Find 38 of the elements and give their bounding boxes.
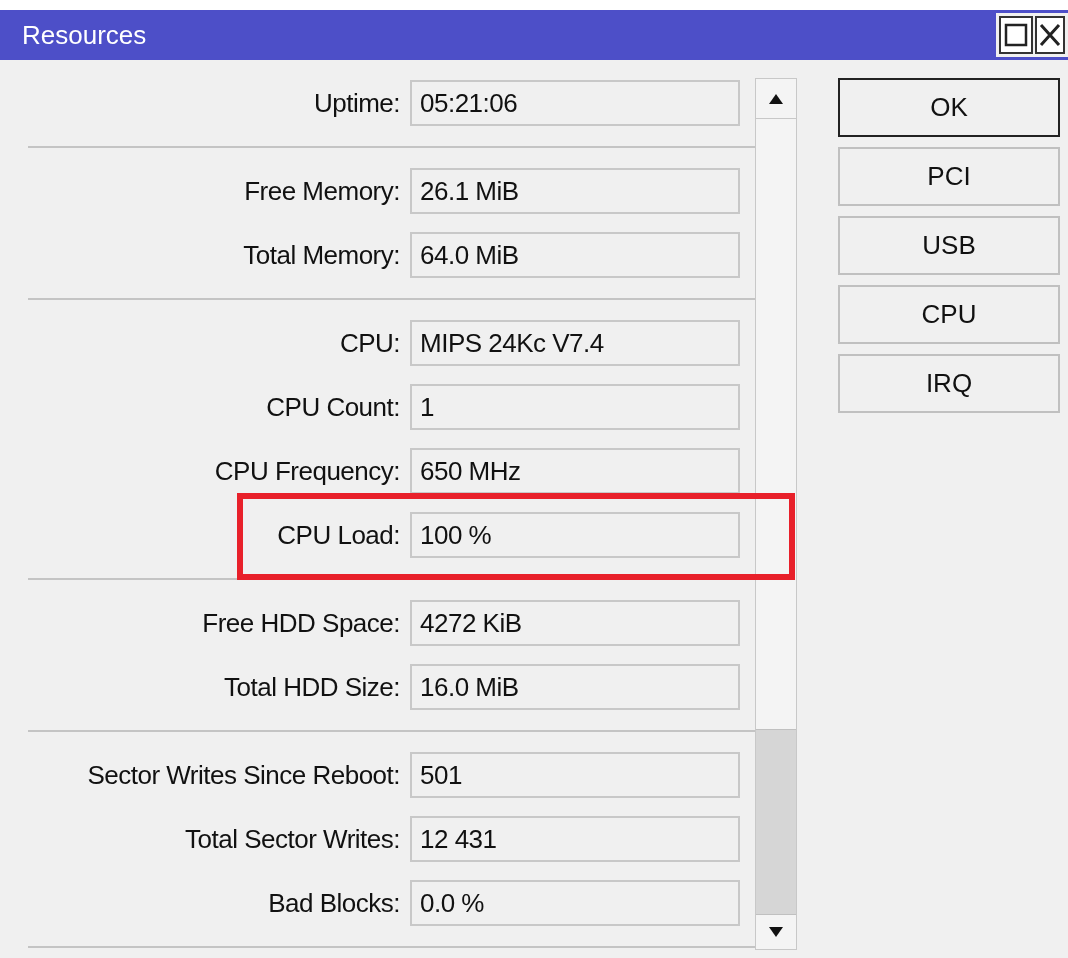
value-field: 100 % bbox=[410, 512, 740, 558]
field-label: Free HDD Space: bbox=[202, 606, 400, 640]
up-arrow-icon bbox=[768, 92, 784, 105]
value-field: 12 431 bbox=[410, 816, 740, 862]
value-field: 501 bbox=[410, 752, 740, 798]
window-title: Resources bbox=[22, 18, 147, 52]
field-label: CPU Load: bbox=[277, 518, 400, 552]
dialog-button[interactable]: IRQ bbox=[838, 354, 1060, 413]
value-field: 4272 KiB bbox=[410, 600, 740, 646]
value-field: 16.0 MiB bbox=[410, 664, 740, 710]
down-arrow-icon bbox=[768, 926, 784, 938]
value-field: 0.0 % bbox=[410, 880, 740, 926]
maximize-button[interactable] bbox=[999, 16, 1033, 54]
field-label: CPU: bbox=[339, 326, 400, 360]
scroll-thumb[interactable] bbox=[756, 729, 796, 915]
dialog-button[interactable]: CPU bbox=[838, 285, 1060, 344]
field-label: CPU Frequency: bbox=[214, 454, 400, 488]
value-field: 64.0 MiB bbox=[410, 232, 740, 278]
dialog-button[interactable]: OK bbox=[838, 78, 1060, 137]
field-label: Total HDD Size: bbox=[224, 670, 400, 704]
field-label: Sector Writes Since Reboot: bbox=[87, 758, 400, 792]
field-label: Uptime: bbox=[313, 86, 400, 120]
value-field: 05:21:06 bbox=[410, 80, 740, 126]
close-button[interactable] bbox=[1035, 16, 1065, 54]
field-label: CPU Count: bbox=[266, 390, 400, 424]
value-field: 650 MHz bbox=[410, 448, 740, 494]
square-icon bbox=[1004, 23, 1028, 47]
field-label: Total Memory: bbox=[243, 238, 400, 272]
scrollbar[interactable] bbox=[755, 78, 797, 950]
field-label: Total Sector Writes: bbox=[185, 822, 400, 856]
value-field: MIPS 24Kc V7.4 bbox=[410, 320, 740, 366]
dialog-button[interactable]: PCI bbox=[838, 147, 1060, 206]
field-label: Bad Blocks: bbox=[268, 886, 400, 920]
dialog-button[interactable]: USB bbox=[838, 216, 1060, 275]
value-field: 1 bbox=[410, 384, 740, 430]
field-label: Free Memory: bbox=[244, 174, 400, 208]
value-field: 26.1 MiB bbox=[410, 168, 740, 214]
close-icon bbox=[1039, 23, 1061, 47]
